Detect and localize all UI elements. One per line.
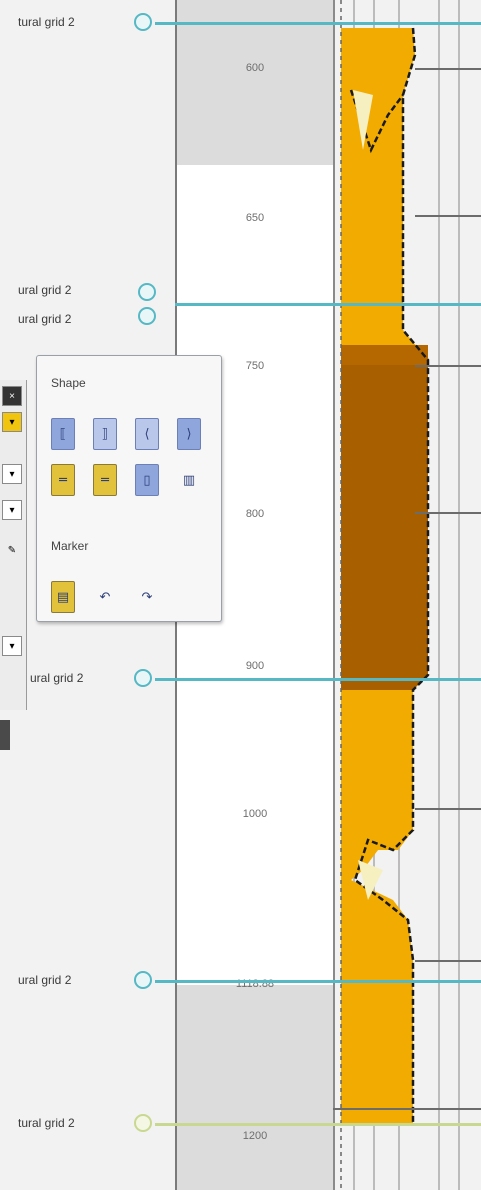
depth-label: 650 <box>245 212 265 224</box>
shape-marker-popup: Shape ⟦ ⟧ ⟨ ⟩ ═ ═ ▯ ▥ Marker ▤ ↶ ↷ <box>36 355 222 622</box>
grid-marker-icon[interactable] <box>134 971 152 989</box>
marker-tool-icon[interactable]: ▤ <box>51 581 75 613</box>
tick-5 <box>415 808 481 810</box>
fill-brown <box>341 345 428 690</box>
shape-tool-icon[interactable]: ⟦ <box>51 418 75 450</box>
grid-marker-icon[interactable] <box>138 283 156 301</box>
depth-label: 600 <box>245 62 265 74</box>
grid-label: tural grid 2 <box>18 1116 75 1130</box>
tick-7 <box>333 1108 481 1110</box>
marker-tool-icon[interactable]: ↷ <box>135 581 159 613</box>
shape-tool-icon[interactable]: ⟨ <box>135 418 159 450</box>
log-curve <box>340 0 430 1190</box>
shape-tool-icon[interactable]: ▯ <box>135 464 159 496</box>
shape-tool-icon[interactable]: ▥ <box>177 464 201 496</box>
grid-line-5[interactable] <box>155 1123 481 1126</box>
depth-label: 750 <box>245 360 265 372</box>
grid-line-2[interactable] <box>175 303 481 306</box>
depth-label: 900 <box>245 660 265 672</box>
tick-4 <box>415 512 481 514</box>
dropdown-toggle-3[interactable]: ▾ <box>2 500 22 520</box>
grid-label: tural grid 2 <box>18 15 75 29</box>
depth-label: 800 <box>245 508 265 520</box>
dropdown-toggle-4[interactable]: ▾ <box>2 636 22 656</box>
grid-marker-icon[interactable] <box>134 1114 152 1132</box>
dropdown-toggle-2[interactable]: ▾ <box>2 464 22 484</box>
depth-label: 1000 <box>242 808 268 820</box>
shape-tool-icon[interactable]: ═ <box>93 464 117 496</box>
shape-section-label: Shape <box>51 376 86 390</box>
tick-3 <box>415 365 481 367</box>
pencil-icon[interactable]: ✎ <box>2 540 22 560</box>
grid-marker-icon[interactable] <box>138 307 156 325</box>
grid-label: ural grid 2 <box>18 312 72 326</box>
grid-label: ural grid 2 <box>18 973 72 987</box>
grid-label: ural grid 2 <box>30 671 84 685</box>
depth-band-2 <box>177 985 333 1190</box>
grid-marker-icon[interactable] <box>134 13 152 31</box>
tick-1 <box>415 68 481 70</box>
marker-tool-icon[interactable]: ↶ <box>93 581 117 613</box>
depth-label: 1200 <box>242 1130 268 1142</box>
tick-2 <box>415 215 481 217</box>
marker-section-label: Marker <box>51 539 89 553</box>
dropdown-toggle-1[interactable]: ▾ <box>2 412 22 432</box>
tick-6 <box>415 960 481 962</box>
shape-tool-icon[interactable]: ═ <box>51 464 75 496</box>
grid-label: ural grid 2 <box>18 283 72 297</box>
grid-line-1[interactable] <box>155 22 481 25</box>
shape-tool-icon[interactable]: ⟧ <box>93 418 117 450</box>
shape-tool-icon[interactable]: ⟩ <box>177 418 201 450</box>
side-toolbar: × ▾ ▾ ▾ ✎ ▾ <box>0 380 27 710</box>
scroll-handle[interactable] <box>0 720 10 750</box>
grid-line-4[interactable] <box>155 980 481 983</box>
grid-line-3[interactable] <box>155 678 481 681</box>
close-icon[interactable]: × <box>2 386 22 406</box>
grid-marker-icon[interactable] <box>134 669 152 687</box>
